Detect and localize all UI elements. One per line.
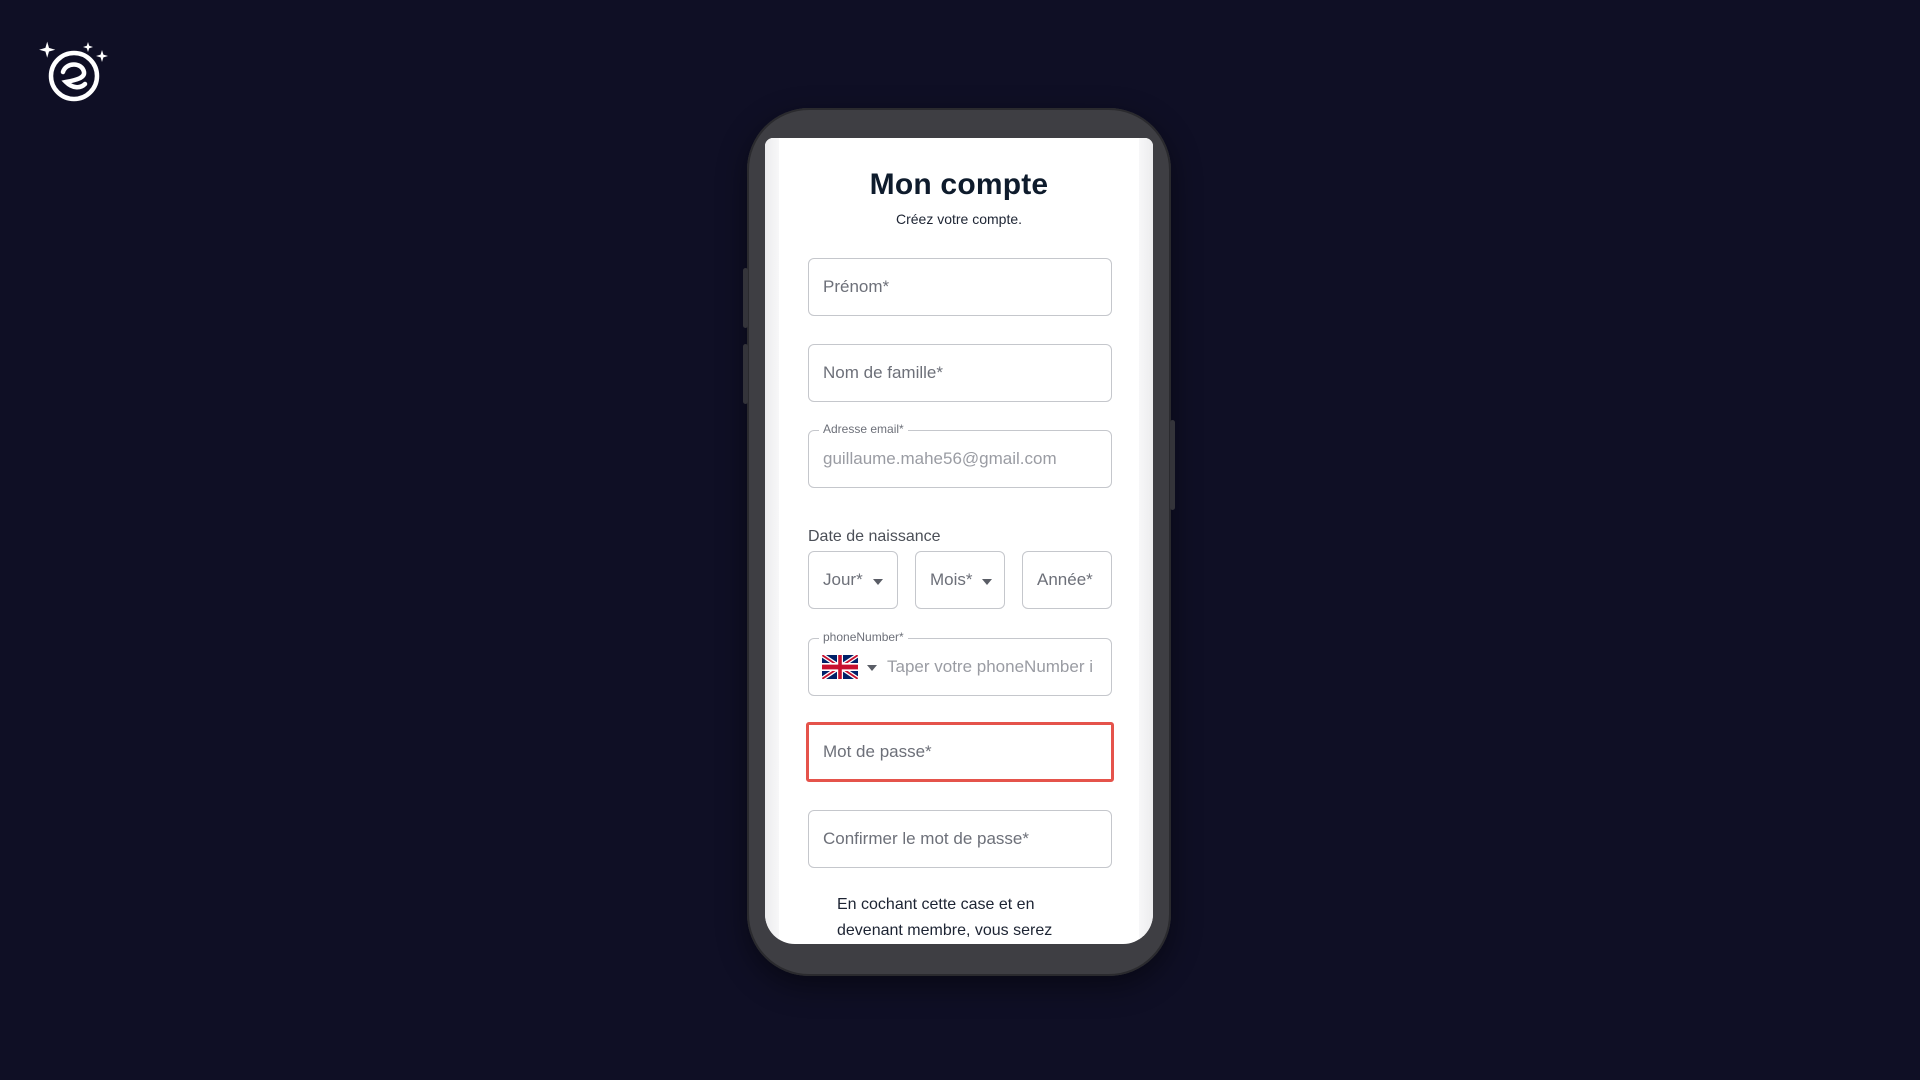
phone-volume-up-button [743,268,748,328]
birth-date-label: Date de naissance [808,528,941,545]
first-name-placeholder: Prénom* [823,277,890,296]
confirm-password-placeholder: Confirmer le mot de passe* [823,829,1029,848]
chevron-down-icon [873,579,883,585]
year-select-label: Année* [1037,570,1093,589]
email-value: guillaume.mahe56@gmail.com [823,449,1057,468]
chevron-down-icon [982,579,992,585]
country-chevron-down-icon[interactable] [867,665,877,671]
day-select[interactable]: Jour* [808,551,898,609]
last-name-field[interactable]: Nom de famille* [808,344,1112,402]
phone-volume-down-button [743,344,748,404]
page-title: Mon compte [869,168,1049,201]
phone-frame: Mon compte Créez votre compte. Prénom* N… [743,108,1175,976]
phone-screen: Mon compte Créez votre compte. Prénom* N… [765,138,1153,944]
stage: Mon compte Créez votre compte. Prénom* N… [0,0,1920,1080]
password-placeholder: Mot de passe* [823,742,932,761]
uk-flag-icon[interactable] [822,655,858,679]
year-select[interactable]: Année* [1022,551,1112,609]
email-field[interactable]: Adresse email* guillaume.mahe56@gmail.co… [808,422,1112,488]
month-select[interactable]: Mois* [915,551,1005,609]
page-subtitle: Créez votre compte. [895,211,1023,227]
month-select-label: Mois* [930,570,973,589]
phone-number-input[interactable]: Taper votre phoneNumber i [887,639,1101,695]
screen-edge-right [1139,138,1153,944]
password-field[interactable]: Mot de passe* [806,722,1114,782]
phone-power-button [1170,420,1175,510]
phone-number-field[interactable]: phoneNumber* Taper votre phoneNumber i [808,630,1112,696]
confirm-password-field[interactable]: Confirmer le mot de passe* [808,810,1112,868]
day-select-label: Jour* [823,570,863,589]
screen-edge-left [765,138,779,944]
brand-logo-icon [39,41,108,102]
last-name-placeholder: Nom de famille* [823,363,943,382]
consent-text: En cochant cette case et en devenant mem… [837,896,1053,939]
first-name-field[interactable]: Prénom* [808,258,1112,316]
